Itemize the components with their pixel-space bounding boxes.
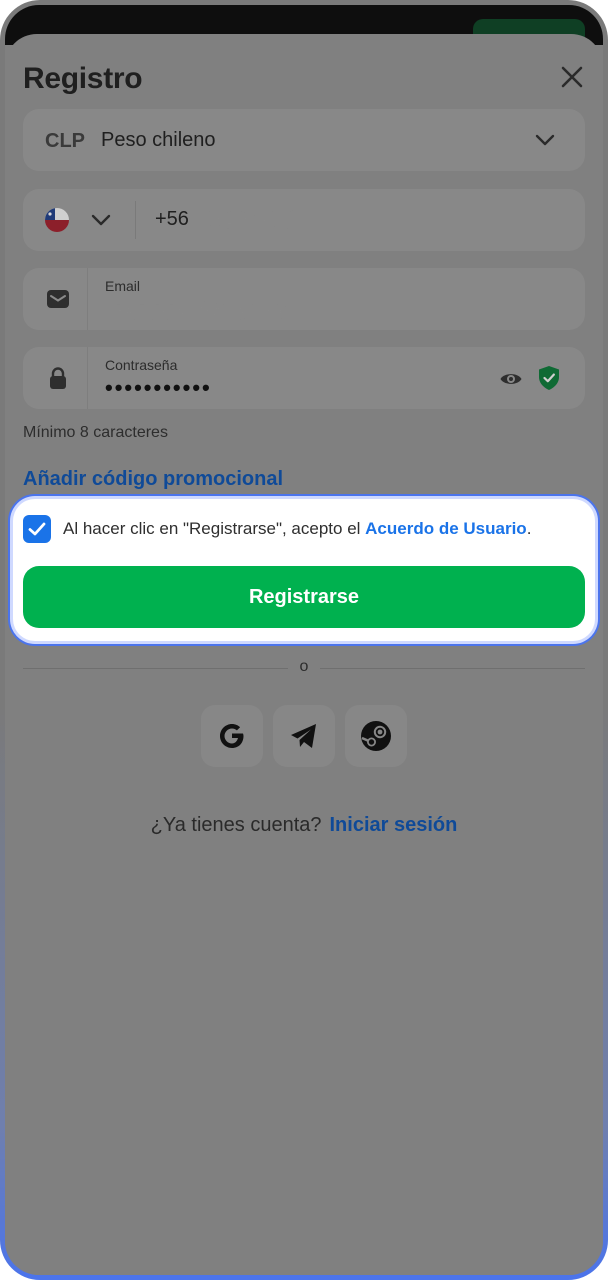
- close-icon[interactable]: [559, 64, 585, 90]
- currency-code: CLP: [45, 130, 85, 152]
- email-label: Email: [105, 278, 141, 294]
- phone-frame: Registro CLP Peso chileno +56 4 5680 445…: [0, 0, 608, 1280]
- steam-icon: [361, 721, 391, 751]
- login-question: ¿Ya tienes cuenta?: [150, 814, 322, 836]
- country-chevron-down-icon[interactable]: [89, 208, 113, 232]
- phone-divider: [135, 201, 136, 239]
- field-divider: [87, 268, 88, 330]
- chevron-down-icon: [535, 134, 555, 146]
- phone-field: +56 4 5680 4458: [23, 189, 585, 251]
- registration-modal: Registro CLP Peso chileno +56 4 5680 445…: [5, 34, 603, 1275]
- currency-select[interactable]: CLP Peso chileno: [23, 109, 585, 171]
- chile-flag-icon[interactable]: [45, 208, 69, 232]
- currency-name: Peso chileno: [101, 129, 216, 151]
- login-prompt: ¿Ya tienes cuenta? Iniciar sesión: [5, 814, 603, 837]
- terms-checkbox[interactable]: [23, 515, 51, 543]
- terms-text: Al hacer clic en "Registrarse", acepto e…: [63, 519, 587, 539]
- checkmark-icon: [28, 522, 46, 536]
- divider-line: [320, 668, 585, 669]
- lock-icon: [50, 367, 66, 389]
- phone-prefix: +56: [155, 208, 189, 230]
- highlighted-consent-block: Al hacer clic en "Registrarse", acepto e…: [13, 499, 595, 641]
- register-button[interactable]: Registrarse: [23, 566, 585, 628]
- field-divider: [87, 347, 88, 409]
- password-input[interactable]: •••••••••••: [105, 375, 212, 401]
- terms-suffix: .: [526, 519, 532, 538]
- telegram-icon: [291, 724, 316, 748]
- or-label: o: [299, 658, 309, 675]
- phone-input[interactable]: 4 5680 4458: [199, 211, 294, 231]
- user-agreement-link[interactable]: Acuerdo de Usuario: [365, 519, 527, 538]
- shield-check-icon: [539, 366, 559, 390]
- email-field[interactable]: Email testararano@gmail.com: [23, 268, 585, 330]
- or-divider: o: [23, 658, 585, 678]
- google-login-button[interactable]: [201, 705, 263, 767]
- password-field[interactable]: Contraseña •••••••••••: [23, 347, 585, 409]
- email-input[interactable]: testararano@gmail.com: [105, 301, 286, 321]
- screen: Registro CLP Peso chileno +56 4 5680 445…: [5, 5, 603, 1275]
- password-hint: Mínimo 8 caracteres: [23, 424, 168, 441]
- steam-login-button[interactable]: [345, 705, 407, 767]
- google-icon: [220, 724, 244, 748]
- divider-line: [23, 668, 288, 669]
- modal-title: Registro: [23, 62, 143, 95]
- telegram-login-button[interactable]: [273, 705, 335, 767]
- terms-prefix: Al hacer clic en "Registrarse", acepto e…: [63, 519, 366, 538]
- login-link[interactable]: Iniciar sesión: [330, 814, 458, 836]
- add-promo-code-link[interactable]: Añadir código promocional: [23, 468, 283, 491]
- eye-icon[interactable]: [499, 367, 523, 391]
- mail-icon: [47, 290, 69, 308]
- password-label: Contraseña: [105, 357, 178, 373]
